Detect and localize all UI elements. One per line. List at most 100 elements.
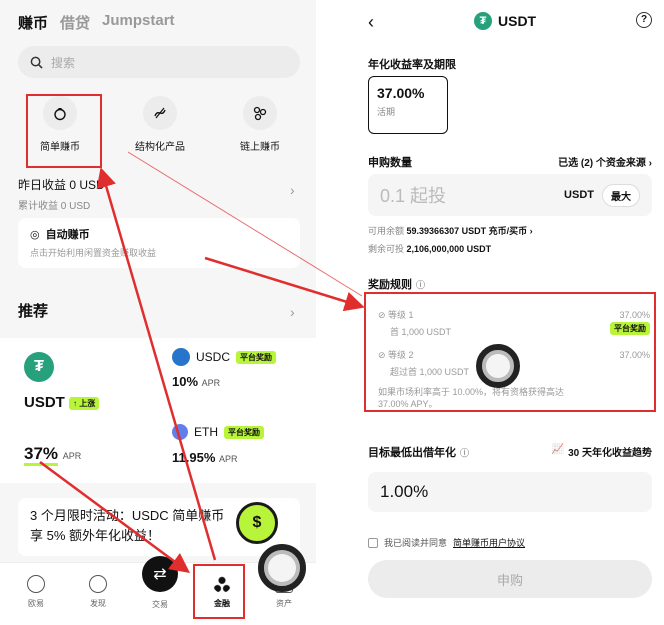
target-label-text: 目标最低出借年化 (368, 447, 456, 459)
rate-section-label: 年化收益率及期限 (368, 59, 456, 71)
chain-icon (243, 96, 277, 130)
tab-label: 发现 (90, 599, 106, 608)
reward-title: 奖励规则 ⓘ (368, 276, 425, 292)
tab-label: 资产 (276, 599, 292, 608)
agreement-link[interactable]: 简单赚币用户协议 (453, 536, 525, 549)
target-label: 目标最低出借年化 ⓘ (368, 444, 469, 460)
reward-note-line-1: 如果市场利率高于 10.00%， (378, 387, 493, 397)
tier-range: 超过首 1,000 USDT (390, 367, 470, 377)
trend-badge: ↑ 上涨 (69, 396, 100, 410)
tab-label: 交易 (152, 600, 168, 609)
tier-2: ⊘ 等级 2 超过首 1,000 USDT (378, 350, 470, 377)
trade-swap-icon[interactable]: ⇄ (142, 556, 178, 592)
tab-loan[interactable]: 借贷 (60, 12, 90, 33)
reward-note-line-1b: 将有资格获得高达 (492, 387, 565, 397)
eth-coin-icon (172, 424, 188, 440)
reward-note-line-2: 37.00% APY。 (378, 399, 438, 409)
tier-1: ⊘ 等级 1 首 1,000 USDT (378, 310, 452, 337)
tier-2-rate: 37.00% (619, 350, 650, 360)
reward-badge: 平台奖励 (610, 322, 650, 335)
trend-link[interactable]: 📈 30 天年化收益趋势 (552, 444, 652, 459)
earnings-summary[interactable]: 昨日收益 0 USD 累计收益 0 USD (18, 176, 105, 212)
highlight-box-simple-earn (26, 94, 102, 168)
product-apr: 11.95% (172, 450, 216, 465)
tier-name: 等级 1 (388, 310, 414, 320)
available-balance: 可用余额 59.39366307 USDT 充币/买币 › (368, 224, 533, 237)
amount-input[interactable]: 0.1 起投 USDT 最大 (368, 174, 652, 216)
help-icon[interactable]: ? (636, 12, 652, 28)
remaining-label: 剩余可投 (368, 244, 405, 254)
header: ‹ ₮ USDT ? (356, 8, 664, 36)
agreement-text: 我已阅读并同意 (384, 538, 448, 548)
tier-1-rate: 37.00% (619, 310, 650, 320)
available-label: 可用余额 (368, 226, 405, 236)
tab-discover[interactable]: 发现 (78, 575, 118, 609)
search-placeholder: 搜索 (51, 55, 76, 70)
category-label: 链上赚币 (240, 142, 280, 153)
product-symbol: ETH (194, 425, 218, 439)
category-structured[interactable]: 结构化产品 (120, 96, 200, 153)
target-rate-input[interactable]: 1.00% (368, 472, 652, 512)
info-icon[interactable]: ⓘ (460, 446, 469, 459)
home-icon (27, 575, 45, 593)
structured-icon (143, 96, 177, 130)
usdc-coin-icon (172, 348, 190, 366)
featured-apr-value: 37% (24, 444, 59, 466)
auto-earn-icon: ◎ (30, 228, 40, 241)
funding-source-text: 已选 (2) 个资金来源 (558, 158, 646, 169)
gap (316, 0, 356, 625)
max-button[interactable]: 最大 (602, 183, 640, 207)
tier-name: 等级 2 (388, 350, 414, 360)
amount-placeholder: 0.1 起投 (380, 186, 447, 206)
rate-term-option[interactable]: 37.00% 活期 (368, 76, 448, 134)
search-input[interactable]: 搜索 (18, 46, 300, 78)
product-symbol: USDC (196, 350, 231, 364)
discover-icon (89, 575, 107, 593)
product-apr: 10% (172, 374, 199, 389)
featured-apr: 37% APR (24, 444, 82, 466)
featured-symbol: USDT (24, 394, 65, 411)
deposit-buy-link[interactable]: 充币/买币 › (489, 226, 533, 236)
usdt-coin-icon: ₮ (474, 12, 492, 30)
currency-label: USDT (564, 189, 594, 201)
chevron-right-icon: › (290, 182, 295, 198)
tab-jumpstart[interactable]: Jumpstart (102, 12, 175, 33)
tab-trade[interactable]: 交易 (140, 599, 180, 610)
subscribe-screen: ‹ ₮ USDT ? 年化收益率及期限 37.00% 活期 申购数量 已选 (2)… (356, 0, 664, 625)
auto-earn-title: 自动赚币 (45, 229, 90, 241)
back-arrow-icon[interactable]: ‹ (368, 12, 374, 33)
trend-chart-icon: 📈 (551, 444, 565, 455)
chevron-right-icon[interactable]: › (290, 304, 295, 320)
reward-badge: 平台奖励 (236, 350, 277, 364)
tier-range: 首 1,000 USDT (390, 327, 452, 337)
top-nav: 赚币 借贷 Jumpstart (18, 12, 175, 33)
agreement-row: 我已阅读并同意 简单赚币用户协议 (368, 536, 525, 549)
amount-label: 申购数量 (368, 157, 412, 169)
agreement-checkbox[interactable] (368, 537, 378, 548)
highlight-box-finance (193, 564, 245, 619)
category-onchain[interactable]: 链上赚币 (220, 96, 300, 153)
info-icon[interactable]: ⓘ (416, 278, 425, 291)
apr-label: APR (62, 451, 82, 461)
featured-product[interactable]: USDT ↑ 上涨 (24, 394, 100, 411)
subscribe-button[interactable]: 申购 (368, 560, 652, 598)
remaining-quota: 剩余可投 2,106,000,000 USDT (368, 242, 491, 255)
total-earnings: 累计收益 0 USD (18, 201, 91, 212)
reward-note: 如果市场利率高于 10.00%，将有资格获得高达 37.00% APY。 (378, 386, 564, 410)
coin-illustration: $ (236, 502, 278, 544)
auto-earn-card[interactable]: ◎ 自动赚币 点击开始利用闲置资金赚取收益 (18, 218, 300, 268)
trend-link-text: 30 天年化收益趋势 (568, 448, 652, 459)
earn-home-screen: 赚币 借贷 Jumpstart 搜索 简单赚币 结构化产品 链上赚币 昨日收益 … (0, 0, 316, 625)
touch-indicator (476, 344, 520, 388)
recommend-title: 推荐 (18, 303, 49, 320)
tab-earn[interactable]: 赚币 (18, 12, 48, 33)
reward-title-text: 奖励规则 (368, 279, 412, 291)
category-label: 结构化产品 (135, 142, 185, 153)
target-rate-value: 1.00% (380, 482, 429, 501)
product-usdc[interactable]: USDC 平台奖励 10% APR (172, 348, 277, 389)
funding-source-link[interactable]: 已选 (2) 个资金来源 › (558, 154, 652, 169)
apr-label: APR (201, 378, 221, 388)
available-value: 59.39366307 USDT (406, 226, 487, 236)
product-eth[interactable]: ETH 平台奖励 11.95% APR (172, 424, 264, 465)
tab-home[interactable]: 欧易 (16, 575, 56, 609)
